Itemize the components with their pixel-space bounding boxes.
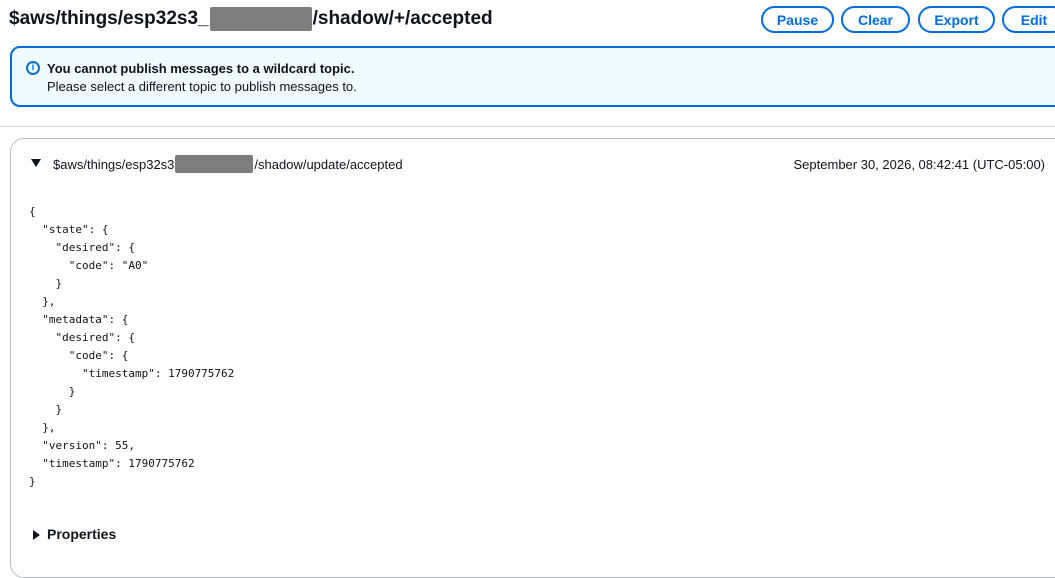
- message-topic[interactable]: $aws/things/esp32s3 /shadow/update/accep…: [53, 155, 403, 173]
- divider: [0, 126, 1055, 127]
- title-prefix: $aws/things/esp32s3_: [9, 8, 209, 29]
- message-payload: { "state": { "desired": { "code": "A0" }…: [29, 205, 235, 488]
- edit-button[interactable]: Edit: [1002, 6, 1055, 33]
- message-card: $aws/things/esp32s3 /shadow/update/accep…: [10, 138, 1055, 578]
- pause-button[interactable]: Pause: [761, 6, 834, 33]
- message-timestamp: September 30, 2026, 08:42:41 (UTC-05:00): [793, 157, 1045, 172]
- topic-suffix: /shadow/update/accepted: [254, 156, 403, 172]
- topic-prefix: $aws/things/esp32s3: [53, 156, 175, 172]
- title-suffix: /shadow/+/accepted: [312, 8, 493, 29]
- redacted-block: [209, 7, 312, 31]
- properties-toggle[interactable]: Properties: [47, 526, 116, 542]
- info-icon: i: [26, 61, 40, 75]
- caret-right-icon[interactable]: [33, 530, 40, 540]
- wildcard-info-alert: i You cannot publish messages to a wildc…: [10, 46, 1055, 107]
- export-button[interactable]: Export: [918, 6, 995, 33]
- topic-header: $aws/things/esp32s3_ /shadow/+/accepted …: [0, 0, 1055, 40]
- clear-button[interactable]: Clear: [841, 6, 910, 33]
- redacted-block: [175, 155, 254, 173]
- alert-body: Please select a different topic to publi…: [47, 79, 357, 94]
- subscription-topic-title: $aws/things/esp32s3_ /shadow/+/accepted: [9, 7, 493, 31]
- alert-title: You cannot publish messages to a wildcar…: [47, 61, 355, 76]
- caret-down-icon[interactable]: [31, 159, 41, 167]
